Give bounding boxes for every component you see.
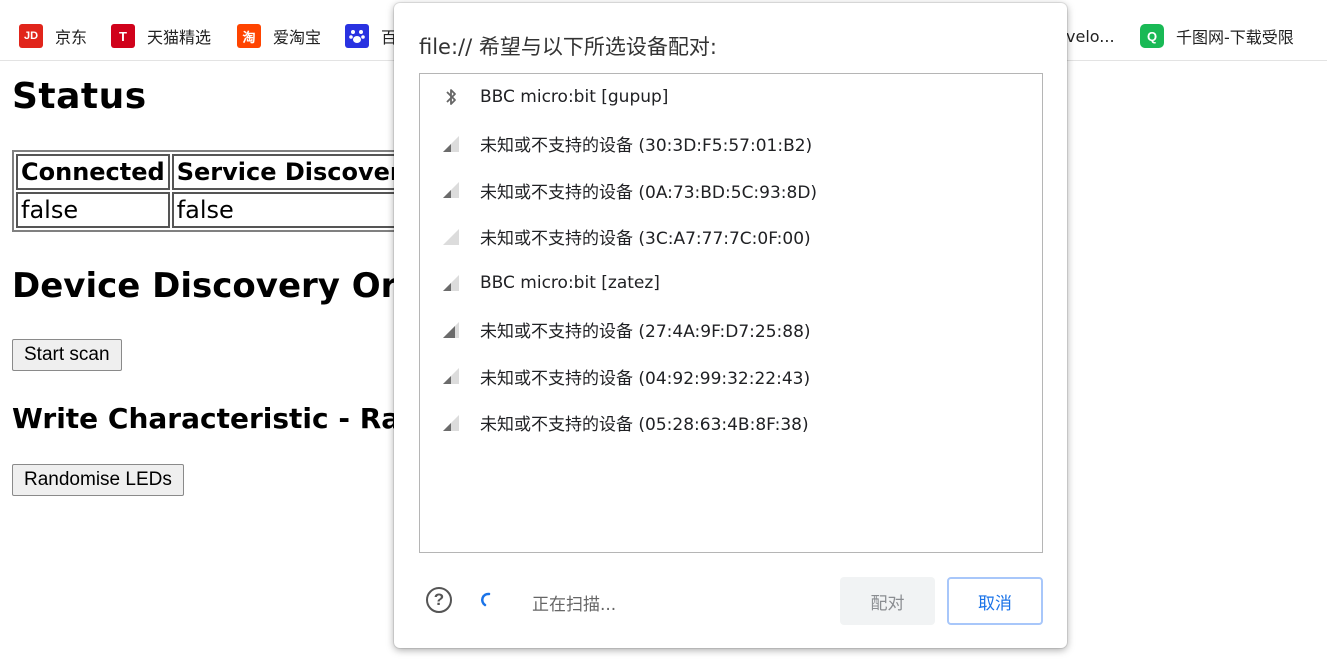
signal-strength-icon — [443, 368, 459, 384]
write-characteristic-heading: Write Characteristic - Rando — [12, 402, 460, 435]
bookmark-jd[interactable]: JD 京东 — [19, 22, 87, 50]
connected-value: false — [16, 192, 170, 228]
signal-strength-icon — [443, 182, 459, 198]
device-label: BBC micro:bit [zatez] — [480, 273, 660, 293]
bookmark-develo[interactable]: velo... — [1066, 22, 1115, 50]
bookmark-label: 天猫精选 — [147, 28, 212, 47]
bluetooth-pairing-dialog: file:// 希望与以下所选设备配对: BBC micro:bit [gupu… — [394, 3, 1067, 648]
bookmark-taobao[interactable]: 淘 爱淘宝 — [237, 22, 321, 50]
device-label: 未知或不支持的设备 (3C:A7:77:7C:0F:00) — [480, 229, 811, 249]
bookmark-label: 千图网-下载受限 — [1176, 28, 1294, 47]
device-label: 未知或不支持的设备 (04:92:99:32:22:43) — [480, 368, 811, 389]
signal-strength-icon — [443, 321, 459, 338]
dialog-title: file:// 希望与以下所选设备配对: — [419, 35, 717, 59]
pair-button[interactable]: 配对 — [840, 577, 935, 625]
device-item[interactable]: BBC micro:bit [zatez] — [420, 260, 1042, 306]
device-item[interactable]: 未知或不支持的设备 (05:28:63:4B:8F:38) — [420, 400, 1042, 446]
baidu-icon — [345, 24, 369, 48]
tmall-icon: T — [111, 24, 135, 48]
device-list[interactable]: BBC micro:bit [gupup] 未知或不支持的设备 (30:3D:F5… — [419, 73, 1043, 553]
scanning-status: 正在扫描... — [532, 595, 617, 615]
status-heading: Status — [12, 76, 147, 117]
device-label: 未知或不支持的设备 (05:28:63:4B:8F:38) — [480, 415, 809, 435]
start-scan-button[interactable]: Start scan — [12, 339, 122, 371]
bookmark-tmall[interactable]: T 天猫精选 — [111, 22, 211, 50]
bookmark-label: velo... — [1066, 26, 1115, 46]
loading-spinner-icon — [481, 592, 491, 607]
signal-strength-icon — [443, 228, 459, 245]
device-label: 未知或不支持的设备 (27:4A:9F:D7:25:88) — [480, 322, 811, 342]
device-discovery-heading: Device Discovery Or I — [12, 266, 422, 306]
device-item[interactable]: 未知或不支持的设备 (27:4A:9F:D7:25:88) — [420, 307, 1042, 353]
jd-icon: JD — [19, 24, 43, 48]
device-item[interactable]: 未知或不支持的设备 (04:92:99:32:22:43) — [420, 353, 1042, 399]
qiantu-icon: Q — [1140, 24, 1164, 48]
bookmark-label: 京东 — [55, 28, 88, 47]
device-label: 未知或不支持的设备 (0A:73:BD:5C:93:8D) — [480, 182, 818, 203]
device-label: 未知或不支持的设备 (30:3D:F5:57:01:B2) — [480, 136, 813, 156]
device-item[interactable]: 未知或不支持的设备 (30:3D:F5:57:01:B2) — [420, 121, 1042, 167]
device-label: BBC micro:bit [gupup] — [480, 87, 669, 107]
device-item[interactable]: 未知或不支持的设备 (3C:A7:77:7C:0F:00) — [420, 214, 1042, 260]
taobao-icon: 淘 — [237, 24, 261, 48]
device-item[interactable]: 未知或不支持的设备 (0A:73:BD:5C:93:8D) — [420, 167, 1042, 213]
help-icon[interactable]: ? — [426, 587, 452, 613]
bluetooth-icon — [446, 89, 456, 105]
device-item[interactable]: BBC micro:bit [gupup] — [420, 74, 1042, 120]
bookmark-label: 爱淘宝 — [273, 28, 322, 47]
signal-strength-icon — [443, 414, 459, 431]
cancel-button[interactable]: 取消 — [947, 577, 1043, 625]
header-connected: Connected — [16, 154, 170, 190]
signal-strength-icon — [443, 275, 459, 291]
bookmark-baidu[interactable]: 百 — [345, 22, 397, 50]
signal-strength-icon — [443, 135, 459, 152]
randomise-leds-button[interactable]: Randomise LEDs — [12, 464, 184, 496]
bookmark-qiantu[interactable]: Q 千图网-下载受限 — [1140, 22, 1294, 50]
